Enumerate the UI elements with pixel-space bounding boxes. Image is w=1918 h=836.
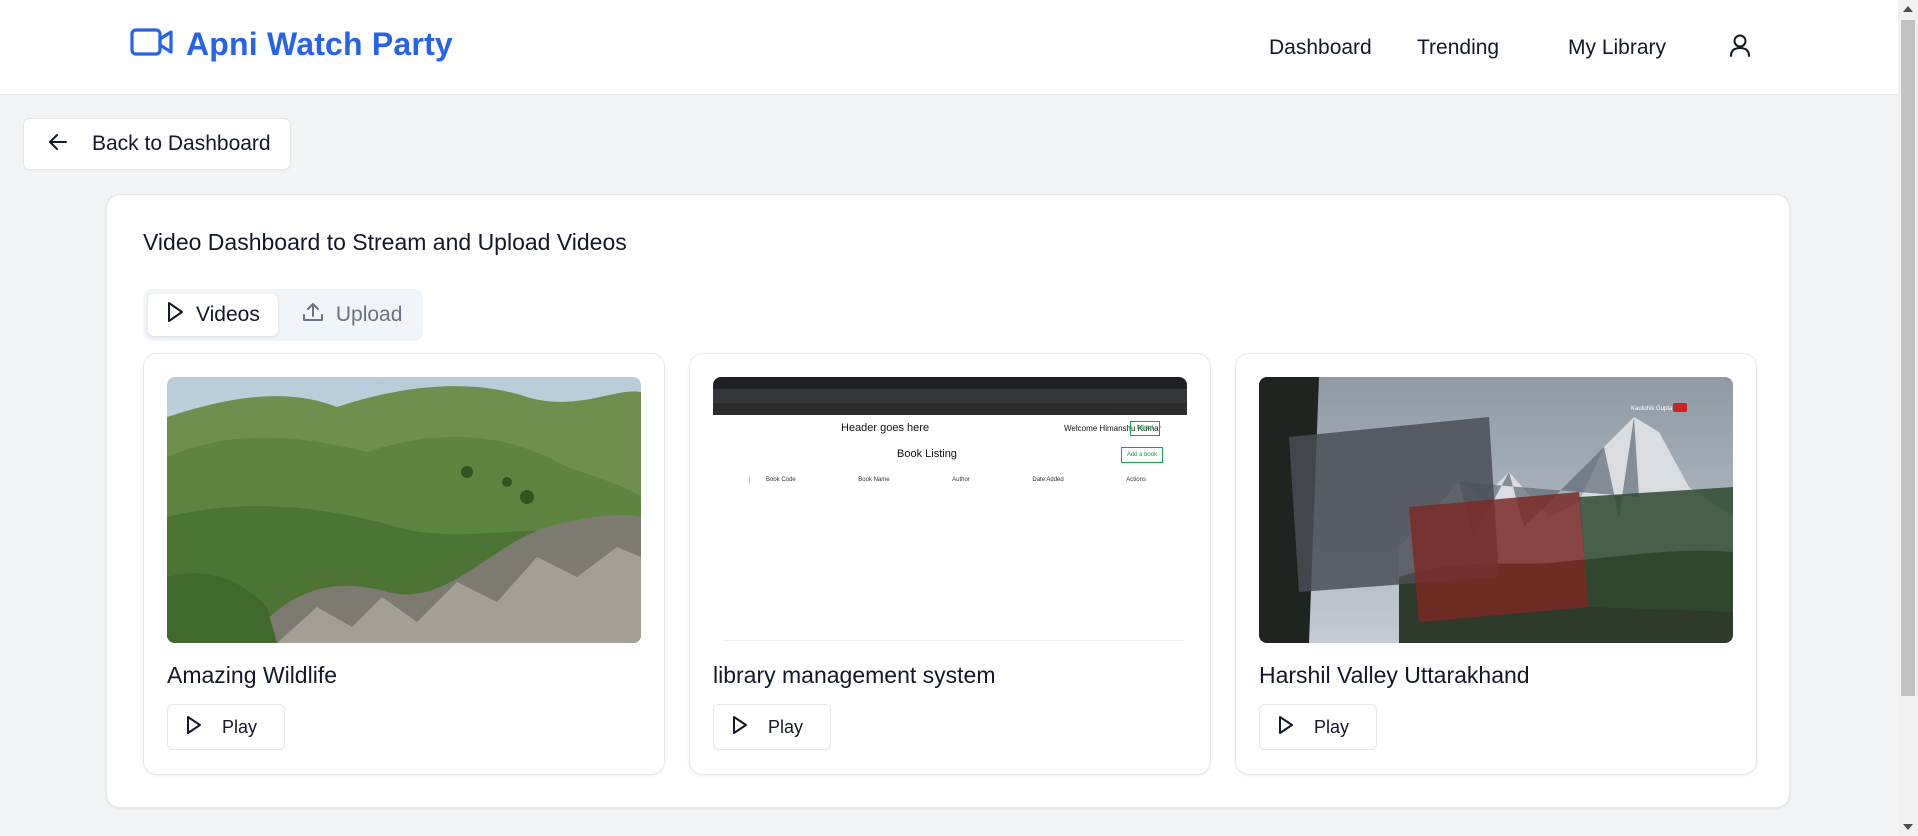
brand-logo[interactable]: Apni Watch Party — [130, 26, 453, 63]
nav-dashboard[interactable]: Dashboard — [1269, 36, 1372, 60]
play-icon — [166, 301, 184, 329]
upload-icon — [302, 301, 324, 329]
top-navbar: Apni Watch Party Dashboard Trending My L… — [0, 0, 1898, 95]
video-title: Harshil Valley Uttarakhand — [1259, 662, 1530, 688]
play-button[interactable]: Play — [713, 704, 831, 750]
play-button[interactable]: Play — [167, 704, 285, 750]
play-icon — [732, 715, 748, 740]
tab-videos-label: Videos — [196, 303, 260, 326]
browser-addressbar — [713, 389, 1187, 403]
thumb-col: Actions — [1126, 477, 1146, 483]
tab-list: Videos Upload — [143, 289, 423, 341]
video-title: library management system — [713, 662, 996, 688]
page-scrollbar[interactable] — [1898, 0, 1918, 836]
tab-upload-label: Upload — [335, 303, 403, 326]
thumb-header-text: Header goes here — [841, 422, 930, 434]
thumb-logout: logout — [1130, 421, 1160, 436]
arrow-left-icon — [48, 133, 68, 156]
browser-tabbar — [713, 377, 1187, 389]
video-camera-icon — [130, 27, 174, 62]
thumb-col: Date Added — [1032, 477, 1064, 483]
play-icon — [1278, 715, 1294, 740]
video-thumbnail[interactable]: Kautuhik Gupta — [1259, 377, 1733, 643]
play-label: Play — [768, 716, 804, 737]
back-to-dashboard-button[interactable]: Back to Dashboard — [23, 118, 291, 170]
tab-upload[interactable]: Upload — [284, 294, 421, 336]
brand-name: Apni Watch Party — [186, 26, 453, 62]
video-title: Amazing Wildlife — [167, 662, 337, 688]
play-button[interactable]: Play — [1259, 704, 1377, 750]
user-icon[interactable] — [1729, 33, 1751, 64]
thumb-col: Book Name — [858, 477, 890, 483]
thumb-divider — [723, 640, 1183, 641]
nav-trending[interactable]: Trending — [1417, 36, 1499, 60]
scroll-up-arrow-icon[interactable] — [1903, 6, 1913, 12]
thumb-col: Author — [952, 477, 970, 483]
video-card: Header goes here Welcome Himanshu Kumar … — [689, 353, 1211, 775]
tab-videos[interactable]: Videos — [148, 294, 278, 336]
play-label: Play — [222, 716, 258, 737]
thumb-add-book: Add a book — [1121, 447, 1163, 463]
back-button-label: Back to Dashboard — [92, 132, 271, 155]
thumb-table-header: Book Code Book Name Author Date Added Ac… — [749, 477, 1146, 483]
thumb-book-listing: Book Listing — [897, 448, 957, 460]
video-card: Kautuhik Gupta Harshil Valley Uttarakhan… — [1235, 353, 1757, 775]
play-label: Play — [1314, 716, 1350, 737]
video-card: Amazing Wildlife Play — [143, 353, 665, 775]
video-dashboard-panel: Video Dashboard to Stream and Upload Vid… — [106, 194, 1790, 808]
nav-my-library[interactable]: My Library — [1568, 36, 1666, 60]
video-thumbnail[interactable]: Header goes here Welcome Himanshu Kumar … — [713, 377, 1187, 643]
video-thumbnail[interactable] — [167, 377, 641, 643]
play-icon — [186, 715, 202, 740]
scroll-down-arrow-icon[interactable] — [1903, 824, 1913, 830]
panel-title: Video Dashboard to Stream and Upload Vid… — [143, 229, 627, 255]
channel-tag: Kautuhik Gupta — [1631, 406, 1673, 412]
thumb-col: Book Code — [766, 477, 796, 483]
browser-bookmarks — [713, 403, 1187, 415]
scroll-thumb[interactable] — [1901, 20, 1915, 696]
